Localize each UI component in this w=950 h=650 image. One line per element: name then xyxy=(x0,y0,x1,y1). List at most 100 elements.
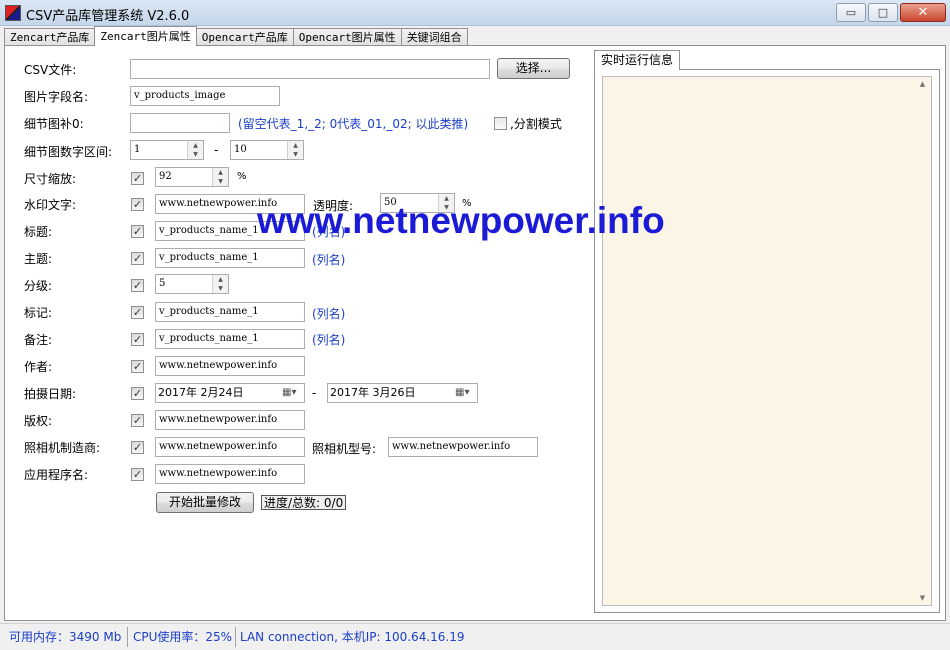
spin-down-icon[interactable]: ▼ xyxy=(213,177,228,186)
detail-range-from-value: 1 xyxy=(134,144,141,155)
image-field-label: 图片字段名: xyxy=(24,90,89,104)
subject-input[interactable]: v_products_name_1 xyxy=(155,248,305,268)
log-textarea[interactable]: ▲ ▼ xyxy=(602,76,932,606)
copyright-input[interactable]: www.netnewpower.info xyxy=(155,410,305,430)
camera-maker-label: 照相机制造商: xyxy=(24,441,101,455)
spin-up-icon[interactable]: ▲ xyxy=(213,275,228,284)
program-name-label: 应用程序名: xyxy=(24,468,89,482)
status-bar: 可用内存：3490 Mb CPU使用率：25% LAN connection, … xyxy=(0,623,950,650)
tags-input[interactable]: v_products_name_1 xyxy=(155,302,305,322)
date-taken-from-picker[interactable]: 2017年 2月24日 ▦▾ xyxy=(155,383,305,403)
date-taken-from-value: 2017年 2月24日 xyxy=(158,386,244,399)
detail-suffix-label: 细节图补0: xyxy=(24,117,84,131)
subject-checkbox[interactable]: ✓ xyxy=(131,252,144,265)
tab-opencart-products[interactable]: Opencart产品库 xyxy=(195,28,294,46)
watermark-text-checkbox[interactable]: ✓ xyxy=(131,198,144,211)
minimize-icon: ▭ xyxy=(845,6,857,19)
rating-value: 5 xyxy=(159,278,166,289)
title-checkbox[interactable]: ✓ xyxy=(131,225,144,238)
tags-hint: (列名) xyxy=(312,307,346,321)
watermark-overlay: www.netnewpower.info xyxy=(257,200,665,241)
spin-down-icon[interactable]: ▼ xyxy=(213,284,228,293)
subject-label: 主题: xyxy=(24,252,53,266)
rating-stepper[interactable]: 5 ▲ ▼ xyxy=(155,274,229,294)
camera-model-label: 照相机型号: xyxy=(312,442,377,456)
status-network: LAN connection, 本机IP: 100.64.16.19 xyxy=(240,630,465,644)
status-memory: 可用内存：3490 Mb xyxy=(9,630,122,644)
tab-realtime-info[interactable]: 实时运行信息 xyxy=(594,50,681,70)
comments-hint: (列名) xyxy=(312,333,346,347)
spin-down-icon[interactable]: ▼ xyxy=(288,150,303,159)
tab-keyword-combination[interactable]: 关键词组合 xyxy=(400,28,468,46)
window-title: CSV产品库管理系统 V2.6.0 xyxy=(26,9,190,24)
date-taken-label: 拍摄日期: xyxy=(24,387,77,401)
scale-value: 92 xyxy=(159,171,172,182)
maximize-button[interactable]: □ xyxy=(868,3,898,22)
date-taken-checkbox[interactable]: ✓ xyxy=(131,387,144,400)
range-dash: - xyxy=(214,143,219,157)
log-scrollbar[interactable]: ▲ ▼ xyxy=(914,77,931,605)
date-taken-to-picker[interactable]: 2017年 3月26日 ▦▾ xyxy=(327,383,478,403)
author-label: 作者: xyxy=(24,360,53,374)
choose-file-button[interactable]: 选择... xyxy=(497,58,570,79)
rating-label: 分级: xyxy=(24,279,53,293)
title-bar: CSV产品库管理系统 V2.6.0 ▭ □ ✕ xyxy=(0,0,950,26)
spin-up-icon[interactable]: ▲ xyxy=(288,141,303,150)
status-separator xyxy=(127,627,128,647)
author-input[interactable]: www.netnewpower.info xyxy=(155,356,305,376)
tags-checkbox[interactable]: ✓ xyxy=(131,306,144,319)
csv-file-input[interactable] xyxy=(130,59,490,79)
comments-input[interactable]: v_products_name_1 xyxy=(155,329,305,349)
app-icon xyxy=(5,5,21,21)
main-tabs: Zencart产品库 Zencart图片属性 Opencart产品库 Openc… xyxy=(4,26,468,46)
close-button[interactable]: ✕ xyxy=(900,3,946,22)
scroll-up-icon[interactable]: ▲ xyxy=(914,77,931,91)
spin-down-icon[interactable]: ▼ xyxy=(188,150,203,159)
image-field-input[interactable]: v_products_image xyxy=(130,86,280,106)
spin-up-icon[interactable]: ▲ xyxy=(213,168,228,177)
rating-checkbox[interactable]: ✓ xyxy=(131,279,144,292)
camera-maker-input[interactable]: www.netnewpower.info xyxy=(155,437,305,457)
program-name-checkbox[interactable]: ✓ xyxy=(131,468,144,481)
watermark-text-label: 水印文字: xyxy=(24,198,77,212)
status-cpu: CPU使用率：25% xyxy=(133,630,233,644)
comments-label: 备注: xyxy=(24,333,53,347)
copyright-label: 版权: xyxy=(24,414,53,428)
author-checkbox[interactable]: ✓ xyxy=(131,360,144,373)
log-tabs: 实时运行信息 xyxy=(594,50,681,70)
camera-model-input[interactable]: www.netnewpower.info xyxy=(388,437,538,457)
scroll-down-icon[interactable]: ▼ xyxy=(914,591,931,605)
minimize-button[interactable]: ▭ xyxy=(836,3,866,22)
program-name-input[interactable]: www.netnewpower.info xyxy=(155,464,305,484)
start-batch-modify-button[interactable]: 开始批量修改 xyxy=(156,492,254,513)
status-separator xyxy=(235,627,236,647)
spin-up-icon[interactable]: ▲ xyxy=(188,141,203,150)
split-mode-label: ,分割模式 xyxy=(510,117,562,131)
calendar-dropdown-icon[interactable]: ▦▾ xyxy=(282,387,300,399)
detail-range-to-value: 10 xyxy=(234,144,247,155)
detail-range-from-stepper[interactable]: 1 ▲ ▼ xyxy=(130,140,204,160)
csv-file-label: CSV文件: xyxy=(24,63,77,77)
subject-hint: (列名) xyxy=(312,253,346,267)
window-controls: ▭ □ ✕ xyxy=(834,3,946,22)
split-mode-checkbox[interactable] xyxy=(494,117,507,130)
date-dash: - xyxy=(312,386,317,400)
maximize-icon: □ xyxy=(877,6,889,19)
scale-stepper[interactable]: 92 ▲ ▼ xyxy=(155,167,229,187)
camera-maker-checkbox[interactable]: ✓ xyxy=(131,441,144,454)
detail-suffix-input[interactable] xyxy=(130,113,230,133)
tab-zencart-products[interactable]: Zencart产品库 xyxy=(4,28,96,46)
scale-checkbox[interactable]: ✓ xyxy=(131,172,144,185)
title-label: 标题: xyxy=(24,225,53,239)
tab-zencart-image-attributes[interactable]: Zencart图片属性 xyxy=(94,26,197,46)
tags-label: 标记: xyxy=(24,306,53,320)
copyright-checkbox[interactable]: ✓ xyxy=(131,414,144,427)
tab-opencart-image-attributes[interactable]: Opencart图片属性 xyxy=(292,28,402,46)
log-panel: ▲ ▼ xyxy=(594,69,940,613)
comments-checkbox[interactable]: ✓ xyxy=(131,333,144,346)
scale-label: 尺寸缩放: xyxy=(24,172,77,186)
detail-range-label: 细节图数字区间: xyxy=(24,145,113,159)
calendar-dropdown-icon[interactable]: ▦▾ xyxy=(455,387,473,399)
close-icon: ✕ xyxy=(917,5,929,20)
detail-range-to-stepper[interactable]: 10 ▲ ▼ xyxy=(230,140,304,160)
